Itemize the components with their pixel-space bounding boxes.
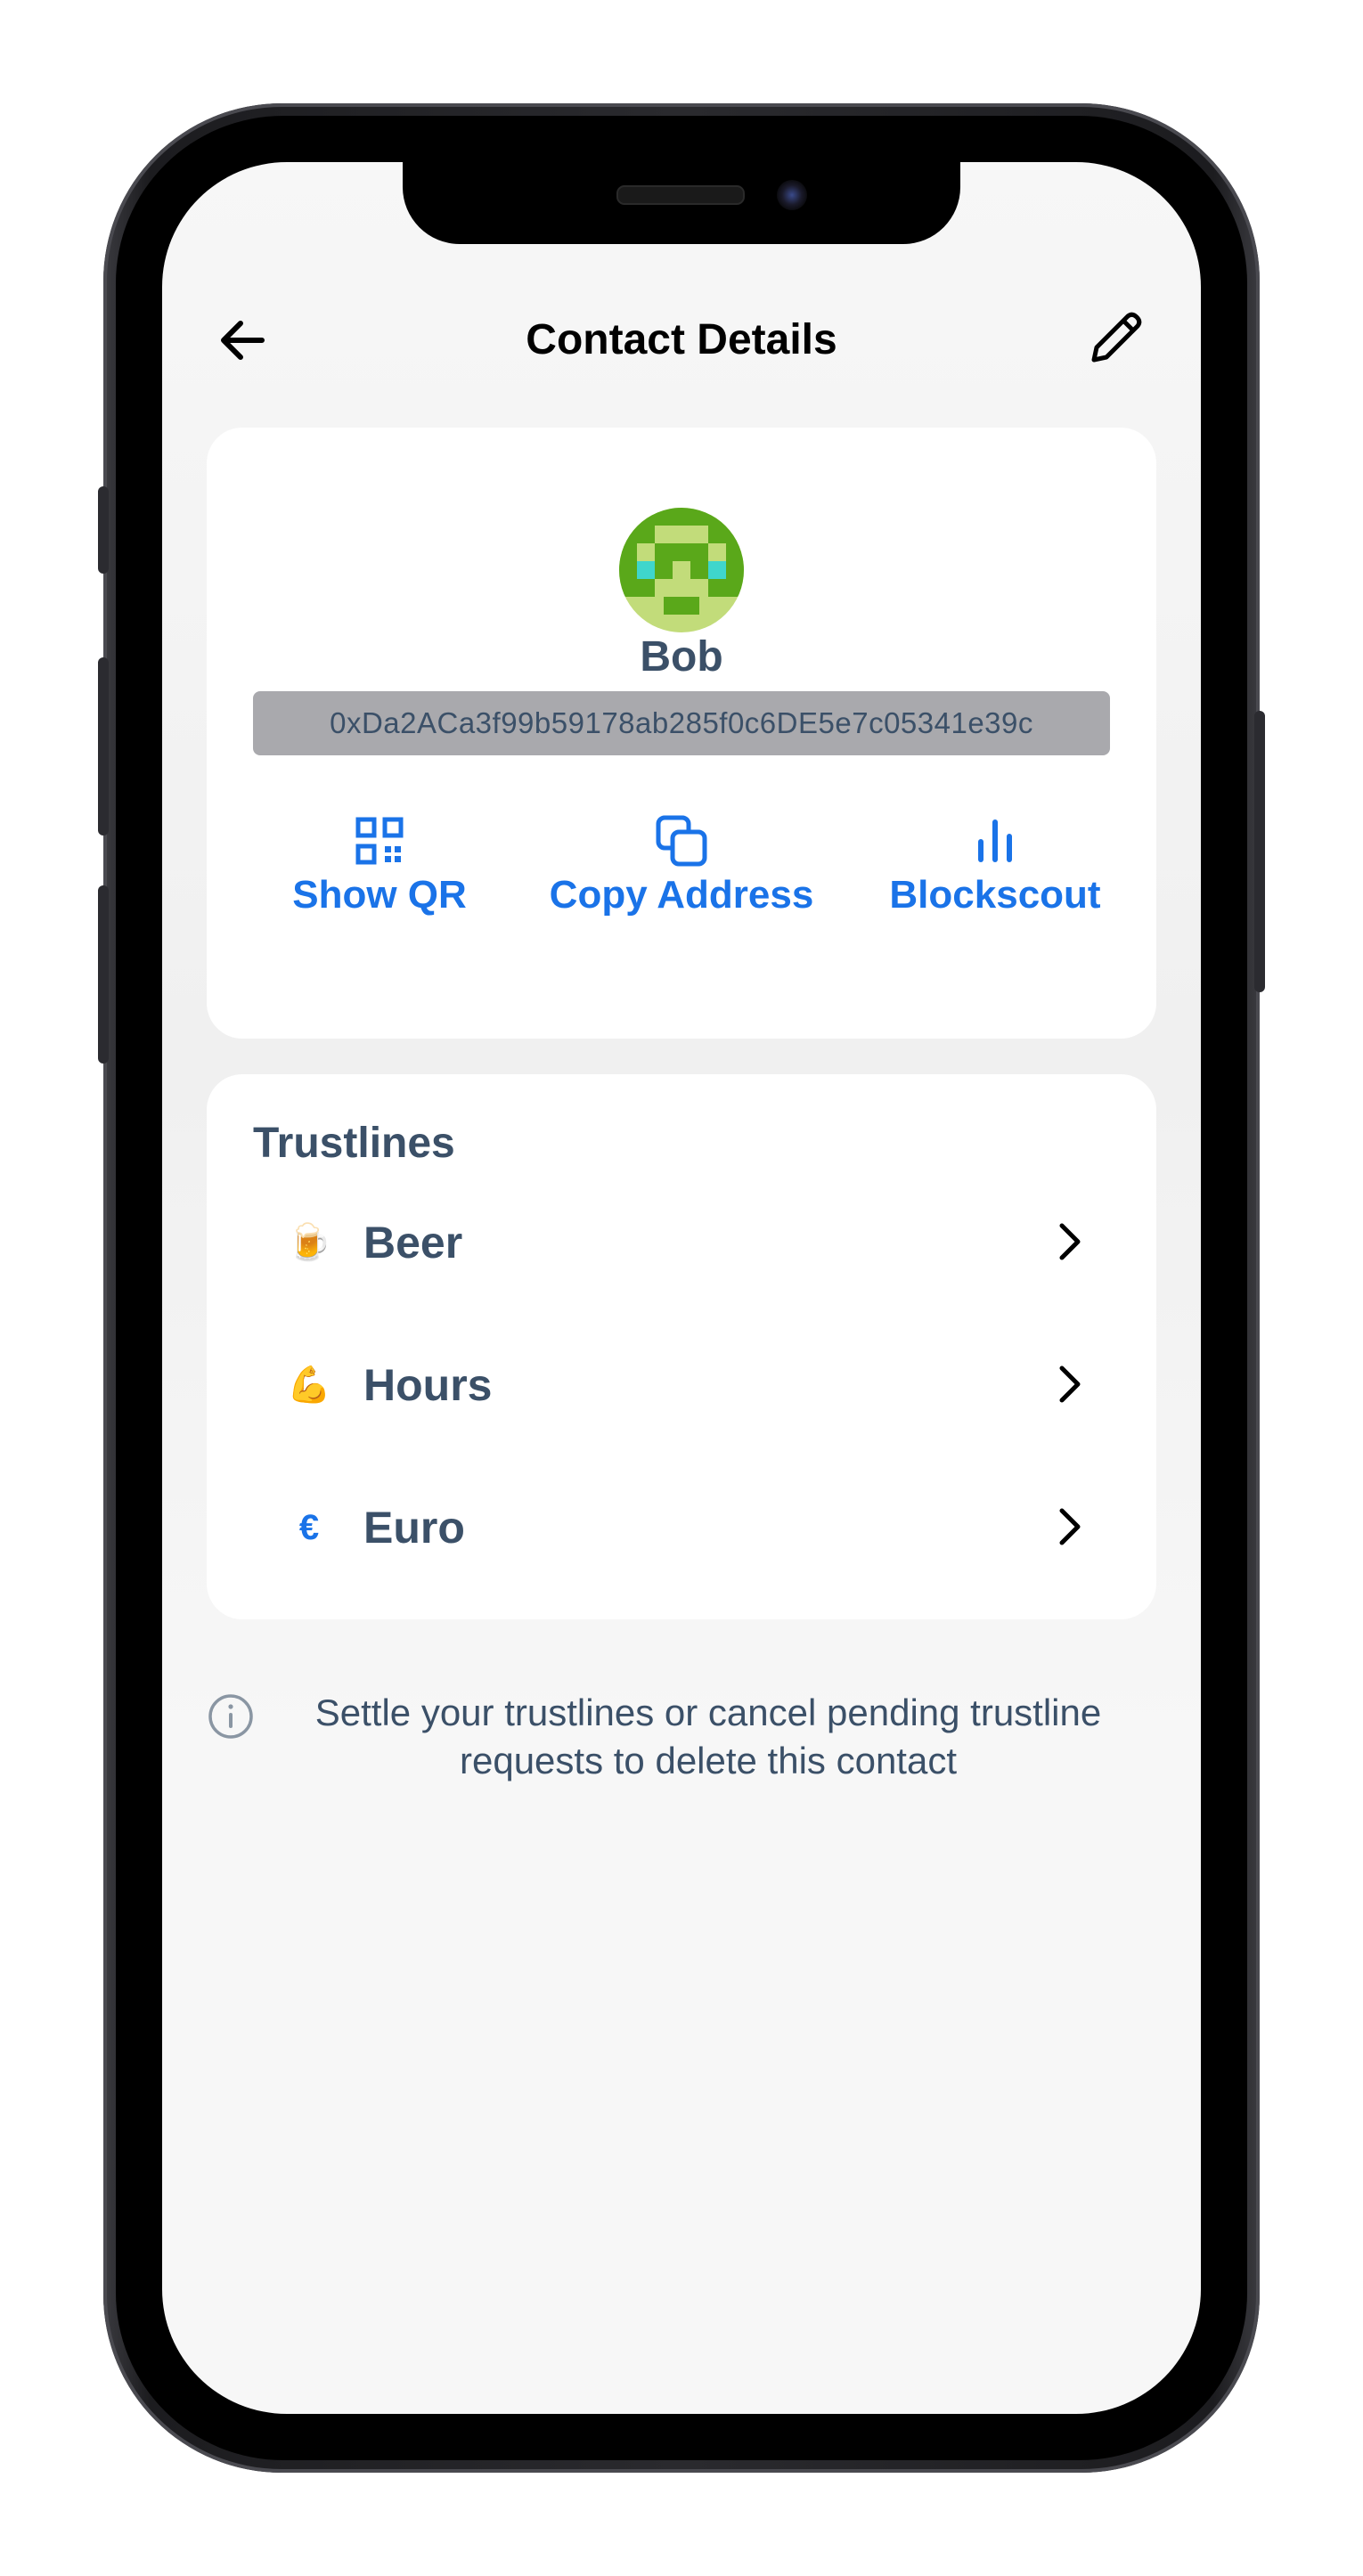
contact-address[interactable]: 0xDa2ACa3f99b59178ab285f0c6DE5e7c05341e3… — [253, 691, 1110, 755]
bar-chart-icon — [978, 819, 1012, 862]
contact-card: Bob 0xDa2ACa3f99b59178ab285f0c6DE5e7c053… — [207, 428, 1156, 1039]
top-bar: Contact Details — [162, 305, 1201, 376]
info-circle-icon — [208, 1694, 253, 1739]
show-qr-button[interactable]: Show QR — [282, 812, 477, 917]
front-camera — [777, 180, 807, 210]
pencil-icon — [1091, 312, 1142, 363]
mute-switch — [98, 486, 109, 574]
power-button — [1254, 711, 1265, 992]
identicon-avatar — [619, 508, 744, 632]
chevron-right-icon — [1059, 1508, 1081, 1545]
trustlines-title: Trustlines — [253, 1120, 455, 1167]
trustline-label: Euro — [363, 1503, 465, 1553]
app-screen: Contact Details Bob 0xDa2ACa3f99b59178ab… — [162, 162, 1201, 2414]
copy-icon — [656, 815, 707, 867]
trustlines-card: Trustlines 🍺 Beer 💪 Hours € Euro — [207, 1074, 1156, 1619]
trustline-row-euro[interactable]: € Euro — [207, 1470, 1156, 1586]
info-text: Settle your trustlines or cancel pending… — [314, 1692, 1102, 1781]
blockscout-label: Blockscout — [889, 873, 1101, 917]
flexed-biceps-icon: 💪 — [287, 1365, 331, 1405]
earpiece-speaker — [616, 185, 745, 205]
trustline-label: Hours — [363, 1360, 493, 1410]
beer-icon: 🍺 — [287, 1223, 331, 1262]
show-qr-label: Show QR — [292, 873, 467, 917]
chevron-right-icon — [1059, 1365, 1081, 1403]
notch — [403, 162, 960, 244]
edit-contact-button[interactable] — [1085, 306, 1147, 369]
volume-up-button — [98, 657, 109, 836]
chevron-right-icon — [1059, 1223, 1081, 1260]
qr-code-icon — [355, 817, 404, 865]
trustline-row-hours[interactable]: 💪 Hours — [207, 1327, 1156, 1443]
copy-address-button[interactable]: Copy Address — [548, 812, 815, 917]
blockscout-button[interactable]: Blockscout — [884, 812, 1106, 917]
contact-name: Bob — [640, 633, 723, 681]
euro-icon: € — [298, 1508, 320, 1547]
copy-address-label: Copy Address — [549, 873, 814, 917]
volume-down-button — [98, 885, 109, 1064]
trustline-row-beer[interactable]: 🍺 Beer — [207, 1185, 1156, 1300]
page-title: Contact Details — [526, 316, 837, 363]
avatar — [619, 508, 744, 632]
trustline-label: Beer — [363, 1218, 463, 1268]
